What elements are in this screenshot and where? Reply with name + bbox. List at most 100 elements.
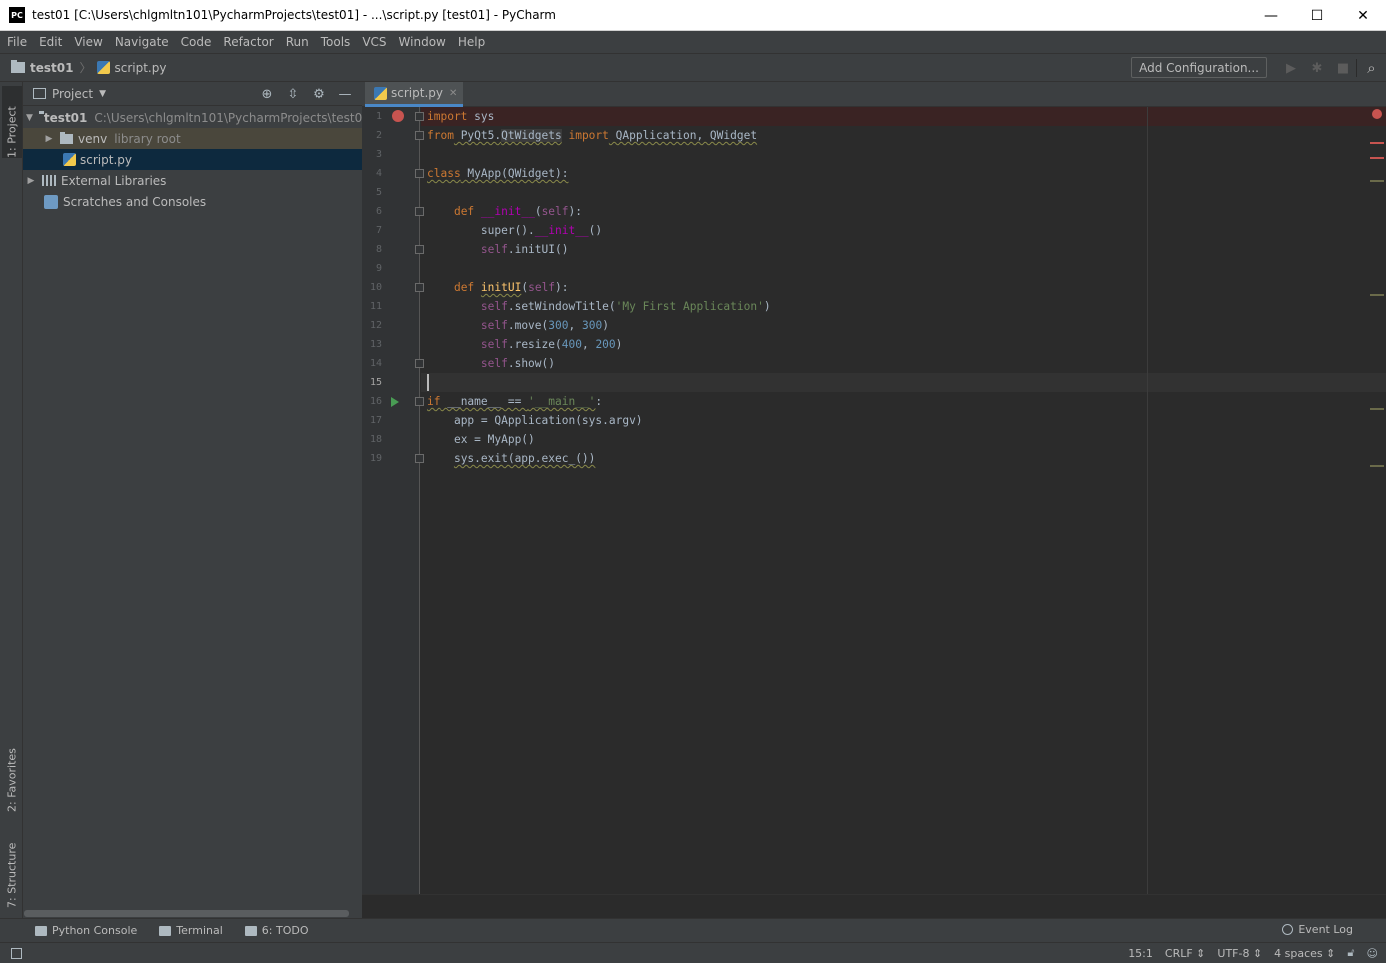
maximize-button[interactable]: ☐: [1294, 0, 1340, 31]
event-log-label: Event Log: [1298, 923, 1353, 936]
menu-code[interactable]: Code: [175, 35, 218, 49]
python-console-button[interactable]: Python Console: [35, 924, 137, 937]
line-number: 8: [375, 244, 382, 255]
menu-help[interactable]: Help: [452, 35, 491, 49]
keyword: if: [427, 395, 441, 408]
python-file-icon: [97, 61, 111, 74]
code-text: .show(): [507, 357, 555, 370]
menu-window[interactable]: Window: [393, 35, 452, 49]
line-separator-selector[interactable]: CRLF ⇕: [1165, 947, 1206, 960]
fold-marker-icon[interactable]: [415, 131, 424, 140]
tree-item-script[interactable]: script.py: [23, 149, 362, 170]
terminal-label: Terminal: [176, 924, 223, 937]
inspector-icon[interactable]: ☺︎: [1367, 947, 1378, 960]
tab-project[interactable]: 1: Project: [2, 86, 22, 158]
tree-scratches-label: Scratches and Consoles: [63, 194, 207, 209]
project-view-selector[interactable]: Project ▼: [33, 87, 106, 101]
line-number: 16: [369, 396, 382, 407]
breadcrumb-file[interactable]: script.py: [97, 61, 166, 75]
editor-gutter[interactable]: 1 2 3 4 5 6 7 8 9 10 11 12 13 14 15 16 1…: [362, 107, 424, 894]
minimize-icon[interactable]: —: [332, 87, 358, 102]
indent-selector[interactable]: 4 spaces ⇕: [1274, 947, 1335, 960]
editor-tab-script[interactable]: script.py ✕: [365, 82, 464, 107]
warning-stripe-marker[interactable]: [1370, 465, 1384, 467]
horizontal-scrollbar[interactable]: [24, 910, 349, 917]
magic-method: __init__: [480, 205, 535, 218]
fold-marker-icon[interactable]: [415, 283, 424, 292]
crosshair-icon[interactable]: ⊕: [254, 87, 280, 102]
terminal-button[interactable]: Terminal: [159, 924, 223, 937]
code-line-1: import sys: [427, 107, 494, 126]
minimize-button[interactable]: —: [1248, 0, 1294, 31]
line-number: 7: [375, 225, 382, 236]
fold-marker-icon[interactable]: [415, 169, 424, 178]
line-number: 14: [369, 358, 382, 369]
menu-refactor[interactable]: Refactor: [217, 35, 279, 49]
run-gutter-icon[interactable]: [391, 397, 399, 407]
code-text: .initUI(): [507, 243, 569, 256]
code-line-18: ex = MyApp(): [427, 430, 535, 449]
code-editor[interactable]: 1 2 3 4 5 6 7 8 9 10 11 12 13 14 15 16 1…: [362, 107, 1386, 894]
menu-view[interactable]: View: [68, 35, 108, 49]
project-panel-title: Project: [52, 86, 94, 101]
code-text: (): [588, 224, 603, 237]
fold-marker-icon[interactable]: [415, 397, 424, 406]
encoding-selector[interactable]: UTF-8 ⇕: [1217, 947, 1262, 960]
breakpoint-icon[interactable]: [392, 110, 404, 122]
menu-tools[interactable]: Tools: [315, 35, 357, 49]
code-text: QtWidgets: [501, 129, 562, 142]
collapse-icon[interactable]: ⇳: [280, 87, 306, 102]
code-line-11: self.setWindowTitle('My First Applicatio…: [480, 300, 771, 313]
self-keyword: self: [480, 357, 508, 370]
library-icon: [42, 175, 56, 186]
gear-icon[interactable]: ⚙: [306, 87, 332, 102]
bug-icon[interactable]: ✱: [1304, 61, 1330, 76]
expand-arrow-icon[interactable]: ▶: [26, 176, 36, 186]
fold-marker-icon[interactable]: [415, 454, 424, 463]
lock-icon[interactable]: 🔓︎: [1347, 946, 1354, 960]
fold-marker-icon[interactable]: [415, 245, 424, 254]
play-icon[interactable]: ▶: [1278, 61, 1304, 76]
menu-navigate[interactable]: Navigate: [109, 35, 175, 49]
error-stripe-marker[interactable]: [1370, 142, 1384, 144]
fold-marker-icon[interactable]: [415, 359, 424, 368]
expand-arrow-icon[interactable]: ▶: [44, 134, 54, 144]
magic-method: __init__: [534, 224, 589, 237]
code-line-6: def __init__(self):: [453, 205, 582, 218]
close-icon[interactable]: ✕: [449, 88, 457, 99]
warning-stripe-marker[interactable]: [1370, 408, 1384, 410]
line-number: 3: [375, 149, 382, 160]
event-log-button[interactable]: Event Log: [1282, 923, 1353, 936]
status-bar-widgets: 15:1 CRLF ⇕ UTF-8 ⇕ 4 spaces ⇕ 🔓︎ ☺︎: [1116, 943, 1378, 963]
menu-run[interactable]: Run: [280, 35, 315, 49]
stop-icon[interactable]: ■: [1330, 61, 1356, 76]
tree-item-scratches[interactable]: Scratches and Consoles: [23, 191, 362, 212]
tree-item-venv[interactable]: ▶ venv library root: [23, 128, 362, 149]
menu-file[interactable]: File: [1, 35, 33, 49]
fold-marker-icon[interactable]: [415, 207, 424, 216]
tree-item-root[interactable]: ▼ test01 C:\Users\chlgmltn101\PycharmPro…: [23, 107, 362, 128]
todo-button[interactable]: 6: TODO: [244, 924, 309, 937]
add-configuration-button[interactable]: Add Configuration...: [1131, 57, 1267, 78]
warning-stripe-marker[interactable]: [1370, 180, 1384, 182]
tree-venv-note: library root: [114, 131, 181, 146]
error-indicator-icon[interactable]: [1372, 109, 1382, 119]
search-icon[interactable]: ⌕: [1356, 59, 1386, 77]
left-tool-stripe: 1: Project 2: Favorites 7: Structure: [0, 82, 23, 918]
error-stripe-marker[interactable]: [1370, 157, 1384, 159]
todo-list-icon: [244, 925, 257, 936]
warning-stripe-marker[interactable]: [1370, 294, 1384, 296]
toggle-tool-windows-icon[interactable]: [11, 947, 22, 959]
expand-arrow-icon[interactable]: ▼: [26, 113, 33, 123]
tree-item-external-libraries[interactable]: ▶ External Libraries: [23, 170, 362, 191]
caret-position[interactable]: 15:1: [1128, 947, 1153, 960]
project-panel-header: Project ▼ ⊕ ⇳ ⚙ —: [23, 82, 362, 106]
tab-favorites[interactable]: 2: Favorites: [2, 730, 22, 812]
breadcrumb-project[interactable]: test01: [0, 60, 73, 75]
menu-vcs[interactable]: VCS: [356, 35, 392, 49]
fold-marker-icon[interactable]: [415, 112, 424, 121]
close-button[interactable]: ✕: [1340, 0, 1386, 31]
menu-edit[interactable]: Edit: [33, 35, 68, 49]
tab-structure[interactable]: 7: Structure: [2, 828, 22, 908]
editor-tab-bar: script.py ✕: [362, 82, 1386, 107]
